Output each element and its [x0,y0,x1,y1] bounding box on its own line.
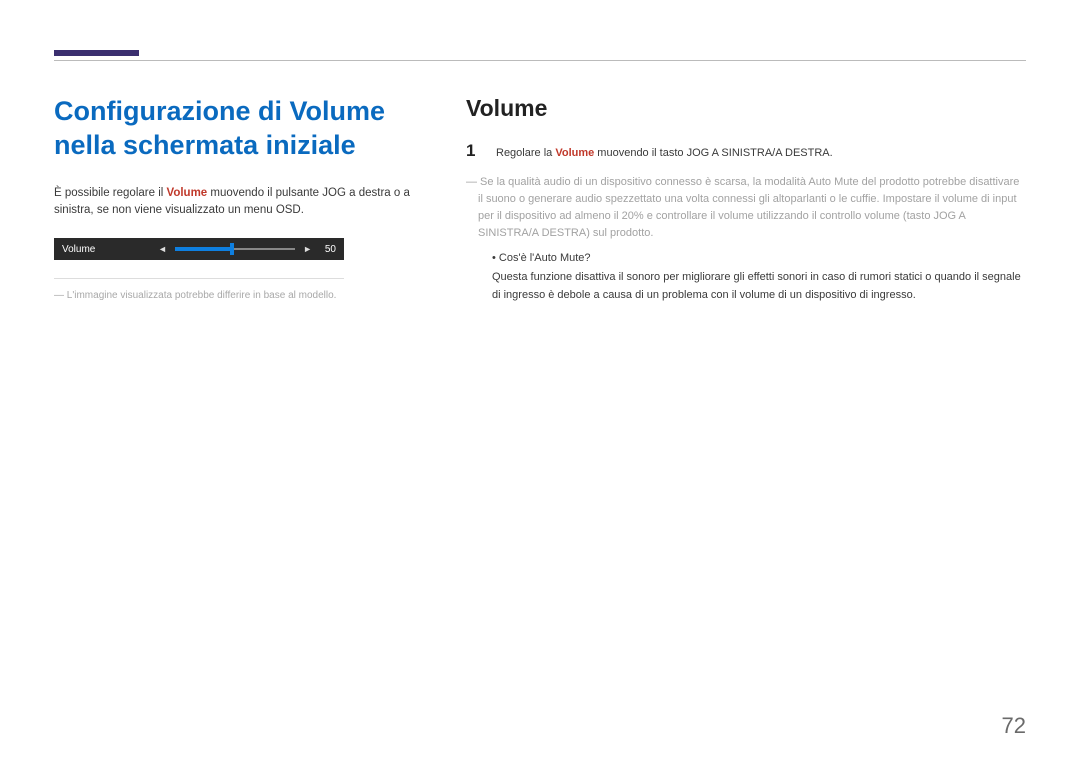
right-arrow-icon: ► [299,244,316,254]
step-row: 1 Regolare la Volume muovendo il tasto J… [466,142,1026,162]
volume-slider-knob [230,243,234,255]
main-title: Configurazione di Volume nella schermata… [54,95,414,163]
content-columns: Configurazione di Volume nella schermata… [54,95,1026,304]
small-divider [54,278,344,279]
intro-paragraph: È possibile regolare il Volume muovendo … [54,185,414,221]
volume-osd-widget: Volume ◄ ► 50 [54,238,344,260]
step-text-pre: Regolare la [496,147,555,159]
volume-slider-fill [175,247,230,251]
header-rule [54,60,1026,61]
step-text-post: muovendo il tasto JOG A SINISTRA/A DESTR… [594,147,832,159]
header-accent-bar [54,50,139,56]
auto-mute-question: • Cos'è l'Auto Mute? [492,250,1026,268]
auto-mute-description: Questa funzione disattiva il sonoro per … [492,269,1026,304]
volume-slider-track [175,248,295,250]
step-number: 1 [466,142,484,162]
volume-osd-value: 50 [316,244,336,255]
intro-text-highlight: Volume [167,187,208,199]
section-title: Volume [466,95,1026,122]
right-column: Volume 1 Regolare la Volume muovendo il … [466,95,1026,304]
step-text-highlight: Volume [555,147,594,159]
step-instruction: Regolare la Volume muovendo il tasto JOG… [496,142,833,162]
left-column: Configurazione di Volume nella schermata… [54,95,414,304]
volume-osd-label: Volume [62,244,154,255]
audio-quality-note: ― Se la qualità audio di un dispositivo … [466,174,1026,242]
page-number: 72 [1002,713,1026,739]
intro-text-pre: È possibile regolare il [54,187,167,199]
left-arrow-icon: ◄ [154,244,171,254]
image-disclaimer-footnote: ― L'immagine visualizzata potrebbe diffe… [54,289,414,303]
auto-mute-block: • Cos'è l'Auto Mute? Questa funzione dis… [466,250,1026,305]
